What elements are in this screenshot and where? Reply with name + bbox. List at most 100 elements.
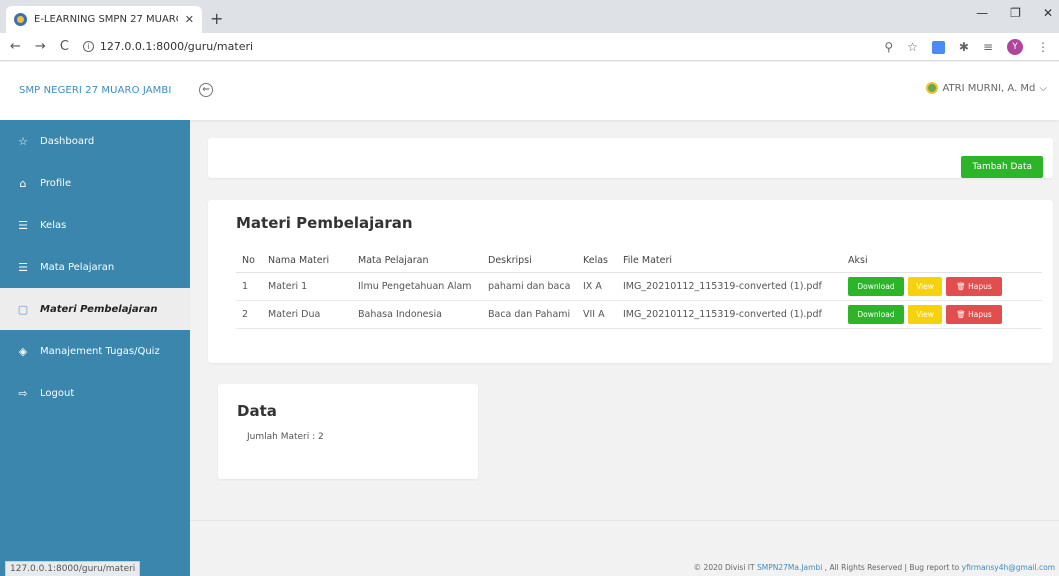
star-icon: ☆ — [18, 134, 28, 148]
database-icon: ☰ — [18, 218, 28, 232]
user-name: ATRI MURNI, A. Md — [942, 82, 1036, 94]
close-window-button[interactable]: ✕ — [1043, 6, 1053, 20]
sidebar-item-label: Dashboard — [40, 135, 95, 147]
user-avatar — [926, 82, 939, 94]
browser-toolbar: ← → C i 127.0.0.1:8000/guru/materi ⚲ ☆ ✱… — [0, 33, 1059, 61]
column-header-no: No — [236, 250, 262, 273]
brand-name[interactable]: SMP NEGERI 27 MUARO JAMBI — [19, 85, 171, 96]
sidebar-item-materi-pembelajaran[interactable]: ▢ Materi Pembelajaran — [0, 288, 190, 330]
tab-title: E-LEARNING SMPN 27 MUARO J — [34, 14, 178, 25]
footer-middle: , All Rights Reserved | Bug report to — [822, 563, 962, 572]
back-arrow-icon[interactable]: ← — [10, 39, 21, 54]
tab-close-icon[interactable]: ✕ — [185, 13, 194, 26]
extensions-puzzle-icon[interactable]: ✱ — [959, 40, 969, 54]
footer-org-link[interactable]: SMPN27Ma.Jambi — [757, 563, 822, 572]
bookmark-star-icon[interactable]: ☆ — [907, 40, 918, 54]
view-button[interactable]: View — [908, 304, 942, 324]
chevron-down-icon: ⌵ — [1039, 82, 1047, 94]
sidebar: ☆ Dashboard ⌂ Profile ☰ Kelas ☰ Mata Pel… — [0, 120, 190, 576]
cell-kelas: VII A — [577, 300, 617, 329]
table-header-row: No Nama Materi Mata Pelajaran Deskripsi … — [236, 250, 1042, 273]
cell-kelas: IX A — [577, 272, 617, 301]
database-icon: ☰ — [18, 260, 28, 274]
sidebar-item-logout[interactable]: ⇨ Logout — [0, 372, 190, 414]
data-summary-card: Data Jumlah Materi : 2 — [218, 384, 478, 479]
tambah-data-button[interactable]: Tambah Data — [961, 156, 1043, 178]
browser-menu-icon[interactable]: ⋮ — [1037, 40, 1049, 54]
cell-deskripsi: pahami dan baca — [482, 272, 577, 301]
footer-email-link[interactable]: yfirmansy4h@gmail.com — [962, 563, 1055, 572]
column-header-kelas: Kelas — [577, 250, 617, 273]
cell-mata-pelajaran: Ilmu Pengetahuan Alam — [352, 272, 482, 301]
app-header: SMP NEGERI 27 MUARO JAMBI ⇐ ATRI MURNI, … — [0, 62, 1059, 120]
cell-aksi: Download View 🗑 Hapus — [842, 272, 1042, 301]
sidebar-item-mata-pelajaran[interactable]: ☰ Mata Pelajaran — [0, 246, 190, 288]
sidebar-item-label: Manajement Tugas/Quiz — [40, 345, 160, 357]
table-row: 2 Materi Dua Bahasa Indonesia Baca dan P… — [236, 300, 1042, 329]
materi-table: No Nama Materi Mata Pelajaran Deskripsi … — [236, 250, 1042, 329]
hapus-button[interactable]: 🗑 Hapus — [946, 304, 1002, 324]
materi-table-card: Materi Pembelajaran No Nama Materi Mata … — [208, 200, 1053, 363]
table-title: Materi Pembelajaran — [236, 214, 413, 232]
cell-file-materi: IMG_20210112_115319-converted (1).pdf — [617, 300, 842, 329]
data-title: Data — [237, 402, 277, 420]
column-header-deskripsi: Deskripsi — [482, 250, 577, 273]
browser-tab[interactable]: E-LEARNING SMPN 27 MUARO J ✕ — [6, 6, 202, 33]
zoom-icon[interactable]: ⚲ — [884, 40, 893, 54]
home-icon: ⌂ — [19, 176, 27, 190]
logout-icon: ⇨ — [18, 386, 28, 400]
status-bar-url: 127.0.0.1:8000/guru/materi — [5, 561, 141, 576]
sidebar-item-kelas[interactable]: ☰ Kelas — [0, 204, 190, 246]
user-menu[interactable]: ATRI MURNI, A. Md ⌵ — [926, 82, 1047, 94]
column-header-nama-materi: Nama Materi — [262, 250, 352, 273]
forward-arrow-icon[interactable]: → — [35, 39, 46, 54]
main-content: Tambah Data Materi Pembelajaran No Nama … — [190, 120, 1059, 576]
sidebar-toggle-icon[interactable]: ⇐ — [199, 83, 213, 97]
sidebar-item-label: Materi Pembelajaran — [40, 303, 158, 315]
action-card: Tambah Data — [208, 138, 1053, 178]
download-button[interactable]: Download — [848, 276, 904, 296]
layers-icon: ◈ — [18, 344, 28, 358]
reload-icon[interactable]: C — [60, 39, 69, 54]
cell-no: 1 — [236, 272, 262, 301]
cell-no: 2 — [236, 300, 262, 329]
sidebar-item-dashboard[interactable]: ☆ Dashboard — [0, 120, 190, 162]
minimize-button[interactable]: — — [976, 6, 988, 20]
sidebar-item-manajement-tugas[interactable]: ◈ Manajement Tugas/Quiz — [0, 330, 190, 372]
footer-prefix: © 2020 Divisi IT — [693, 563, 757, 572]
profile-avatar[interactable]: Y — [1007, 39, 1023, 55]
hapus-button[interactable]: 🗑 Hapus — [946, 276, 1002, 296]
cell-file-materi: IMG_20210112_115319-converted (1).pdf — [617, 272, 842, 301]
cell-mata-pelajaran: Bahasa Indonesia — [352, 300, 482, 329]
cell-nama-materi: Materi Dua — [262, 300, 352, 329]
sidebar-item-label: Kelas — [40, 219, 67, 231]
footer-text: © 2020 Divisi IT SMPN27Ma.Jambi , All Ri… — [694, 563, 1055, 572]
new-tab-button[interactable]: + — [210, 9, 223, 28]
sidebar-item-label: Mata Pelajaran — [40, 261, 115, 273]
toolbar-actions: ⚲ ☆ ✱ ≡ Y ⋮ — [884, 39, 1049, 55]
site-info-icon[interactable]: i — [82, 41, 94, 52]
column-header-aksi: Aksi — [842, 250, 1042, 273]
address-url[interactable]: 127.0.0.1:8000/guru/materi — [100, 40, 253, 53]
materi-count: Jumlah Materi : 2 — [247, 432, 324, 442]
translate-extension-icon[interactable] — [931, 40, 945, 54]
view-button[interactable]: View — [908, 276, 942, 296]
document-icon: ▢ — [17, 302, 29, 316]
download-button[interactable]: Download — [848, 304, 904, 324]
sidebar-item-label: Logout — [40, 387, 75, 399]
footer: © 2020 Divisi IT SMPN27Ma.Jambi , All Ri… — [190, 520, 1059, 576]
sidebar-item-profile[interactable]: ⌂ Profile — [0, 162, 190, 204]
sidebar-item-label: Profile — [40, 177, 72, 189]
window-controls: — ❐ ✕ — [976, 6, 1053, 20]
column-header-file-materi: File Materi — [617, 250, 842, 273]
browser-tabstrip: E-LEARNING SMPN 27 MUARO J ✕ + — ❐ ✕ — [0, 0, 1059, 33]
reading-list-icon[interactable]: ≡ — [983, 40, 993, 54]
table-row: 1 Materi 1 Ilmu Pengetahuan Alam pahami … — [236, 272, 1042, 301]
cell-deskripsi: Baca dan Pahami — [482, 300, 577, 329]
maximize-button[interactable]: ❐ — [1010, 6, 1021, 20]
cell-nama-materi: Materi 1 — [262, 272, 352, 301]
column-header-mata-pelajaran: Mata Pelajaran — [352, 250, 482, 273]
site-favicon-icon — [14, 13, 27, 26]
cell-aksi: Download View 🗑 Hapus — [842, 300, 1042, 329]
address-bar[interactable]: i 127.0.0.1:8000/guru/materi — [82, 40, 253, 53]
